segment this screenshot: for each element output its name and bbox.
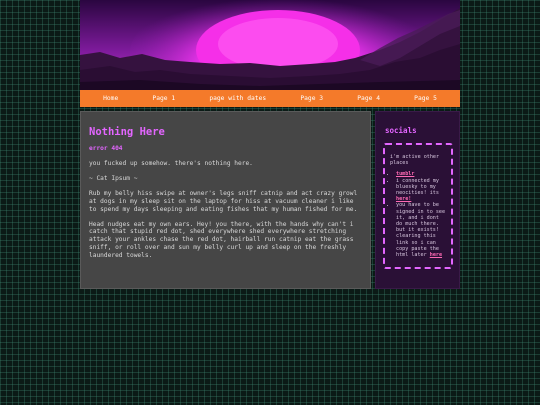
paragraph-ipsum-1: Rub my belly hiss swipe at owner's legs … bbox=[89, 189, 358, 213]
nav-bar: Home Page 1 page with dates Page 3 Page … bbox=[80, 90, 460, 107]
synthwave-sunset-image bbox=[80, 0, 460, 90]
main-content-panel: Nothing Here error 404 you fucked up som… bbox=[80, 111, 371, 289]
sidebar-title: socials bbox=[385, 126, 417, 135]
error-code: error 404 bbox=[89, 145, 123, 152]
nav-item-page-4[interactable]: Page 4 bbox=[357, 95, 380, 102]
bluesky-text: i connected my bluesky to my neocities! … bbox=[396, 177, 439, 197]
sidebar: socials i'm active other places tumblr i… bbox=[375, 111, 460, 289]
bluesky-link[interactable]: here! bbox=[396, 196, 411, 202]
note-link[interactable]: here bbox=[430, 252, 442, 258]
note-text: you have to be signed in to see it, and … bbox=[396, 202, 446, 259]
socials-intro: i'm active other places bbox=[390, 154, 440, 167]
nav-item-home[interactable]: Home bbox=[103, 95, 118, 102]
socials-item-note: you have to be signed in to see it, and … bbox=[396, 202, 447, 258]
socials-item-bluesky: i connected my bluesky to my neocities! … bbox=[396, 178, 447, 203]
nav-item-page-with-dates[interactable]: page with dates bbox=[209, 95, 266, 102]
header-banner-image bbox=[80, 0, 460, 90]
page-title: Nothing Here bbox=[89, 126, 165, 138]
paragraph-cat-ipsum-heading: ~ Cat Ipsum ~ bbox=[89, 174, 138, 182]
socials-list: tumblr i connected my bluesky to my neoc… bbox=[390, 171, 447, 258]
nav-item-page-1[interactable]: Page 1 bbox=[152, 95, 175, 102]
site-wrapper: Home Page 1 page with dates Page 3 Page … bbox=[80, 0, 460, 107]
nav-item-page-5[interactable]: Page 5 bbox=[414, 95, 437, 102]
nav-item-page-3[interactable]: Page 3 bbox=[300, 95, 323, 102]
socials-box: i'm active other places tumblr i connect… bbox=[383, 143, 453, 269]
paragraph-message: you fucked up somehow. there's nothing h… bbox=[89, 160, 253, 167]
paragraph-ipsum-2: Head nudges eat my own ears. Hey! you th… bbox=[89, 220, 354, 260]
tumblr-link[interactable]: tumblr bbox=[396, 171, 414, 177]
